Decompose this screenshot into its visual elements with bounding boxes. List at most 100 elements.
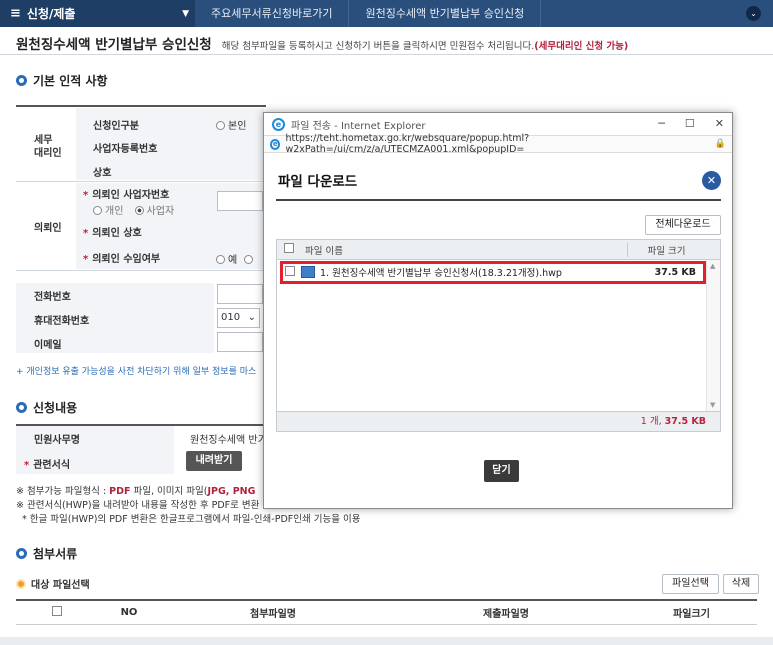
breadcrumb-current[interactable]: 원천징수세액 반기별납부 승인신청: [349, 0, 542, 27]
label-client-biz-no-text: 의뢰인 사업자번호: [92, 190, 170, 201]
mobile-prefix-select[interactable]: 010 ⌄: [217, 308, 260, 328]
col-submit-name: 제출파일명: [483, 609, 529, 620]
page-description-note: (세무대리인 신청 가능): [534, 41, 629, 52]
label-mobile: 휴대전화번호: [34, 316, 90, 327]
scroll-down-icon[interactable]: ▼: [710, 401, 715, 409]
required-mark: *: [83, 190, 89, 201]
label-client-trade: * 의뢰인 상호: [83, 224, 142, 239]
file-col-size: 파일 크기: [627, 242, 705, 257]
section-attach: 첨부서류: [16, 545, 77, 562]
select-all-checkbox[interactable]: [52, 606, 62, 616]
note-file-types-a: ※ 첨부가능 파일형식 :: [16, 486, 110, 497]
label-client-trade-text: 의뢰인 상호: [92, 228, 142, 239]
label-form-text: 관련서식: [33, 460, 71, 471]
radio-business-icon[interactable]: [134, 206, 144, 215]
col-file-size: 파일크기: [673, 609, 710, 620]
note-hwp: ※ 관련서식(HWP)을 내려받아 내용을 작성한 후 PDF로 변환: [16, 500, 260, 511]
file-list-header-checkbox-cell: [277, 243, 301, 256]
note-file-types: ※ 첨부가능 파일형식 : PDF 파일, 이미지 파일(JPG, PNG: [16, 483, 255, 497]
table-top-border: [16, 105, 266, 107]
caret-down-icon: ▼: [182, 8, 189, 19]
delete-file-button[interactable]: 삭제: [723, 574, 759, 594]
col-attach-name: 첨부파일명: [250, 609, 296, 620]
client-type-radios: 개인 사업자: [93, 202, 174, 217]
file-list-footer: 1 개, 37.5 KB: [277, 411, 720, 431]
radio-accept-yes[interactable]: 예: [216, 251, 256, 266]
radio-no-icon[interactable]: [244, 255, 254, 264]
select-file-button[interactable]: 파일선택: [662, 574, 719, 594]
chevron-down-icon[interactable]: ⌄: [746, 6, 761, 21]
mobile-prefix-value: 010: [221, 312, 241, 323]
file-select-all-checkbox[interactable]: [284, 243, 294, 253]
address-bar[interactable]: e https://teht.hometax.go.kr/websquare/p…: [264, 133, 732, 155]
page-title: 원천징수세액 반기별납부 승인신청: [16, 37, 212, 53]
close-window-icon[interactable]: ✕: [715, 117, 724, 130]
orange-bullet-icon: [16, 578, 26, 589]
popup-window-title: 파일 전송 - Internet Explorer: [291, 120, 426, 132]
popup-close-icon[interactable]: ✕: [702, 171, 721, 190]
target-file-select-text: 대상 파일선택: [31, 580, 90, 591]
required-mark: *: [24, 460, 30, 471]
note-pdf-convert: * 한글 파일(HWP)의 PDF 변환은 한글프로그램에서 파일-인쇄-PDF…: [22, 514, 361, 525]
address-url: https://teht.hometax.go.kr/websquare/pop…: [285, 133, 530, 155]
popup-heading-line: [276, 199, 721, 201]
note-file-types-img: JPG, PNG: [207, 486, 256, 497]
file-col-name: 파일 이름: [305, 245, 343, 257]
popup-close-button[interactable]: 닫기: [484, 460, 519, 482]
phone-input[interactable]: [217, 284, 263, 304]
label-phone: 전화번호: [34, 292, 71, 303]
breadcrumb-shortcuts[interactable]: 주요세무서류신청바로가기: [195, 0, 350, 27]
label-email: 이메일: [34, 340, 62, 351]
window-controls: ─ ☐ ✕: [658, 117, 724, 130]
client-biz-no-input[interactable]: [217, 191, 263, 211]
popup-content: 파일 다운로드 ✕: [276, 165, 721, 201]
page-description-text: 해당 첨부파일을 등록하시고 신청하기 버튼을 클릭하시면 민원접수 처리됩니다…: [221, 41, 535, 52]
popup-titlebar[interactable]: e 파일 전송 - Internet Explorer ─ ☐ ✕: [264, 113, 732, 135]
file-download-popup[interactable]: e 파일 전송 - Internet Explorer ─ ☐ ✕ e http…: [263, 112, 733, 509]
minimize-icon[interactable]: ─: [658, 117, 665, 130]
section-bullet-icon: [16, 75, 27, 86]
label-applicant-type: 신청인구분: [93, 121, 139, 132]
note-file-types-pdf: PDF: [109, 486, 131, 497]
radio-yes-icon: [216, 255, 225, 264]
lock-icon: 🔒: [714, 139, 726, 149]
service-value: 원천징수세액 반기: [190, 435, 267, 446]
group-label-agent: 세무 대리인: [34, 135, 62, 159]
download-all-button[interactable]: 전체다운로드: [645, 215, 721, 235]
label-client-biz-no: * 의뢰인 사업자번호: [83, 186, 169, 201]
label-client-accept-text: 의뢰인 수임여부: [92, 254, 161, 265]
scroll-up-icon[interactable]: ▲: [710, 262, 715, 270]
footer-size: 37.5 KB: [664, 416, 706, 427]
col-no: NO: [120, 607, 138, 618]
internet-explorer-icon: e: [270, 138, 281, 150]
section-apply-title: 신청내용: [33, 401, 78, 415]
section-bullet-icon: [16, 402, 27, 413]
divider: [16, 181, 266, 182]
label-service: 민원사무명: [34, 435, 80, 446]
maximize-icon[interactable]: ☐: [685, 117, 695, 130]
main-menu-button[interactable]: ≡ 신청/제출 ▼: [0, 0, 195, 27]
divider: [0, 54, 773, 55]
file-list-scrollbar[interactable]: ▲ ▼: [706, 260, 720, 411]
required-mark: *: [83, 228, 89, 239]
section-basic-info-title: 기본 인적 사항: [33, 74, 108, 88]
label-trade-name: 상호: [93, 168, 112, 179]
divider: [16, 270, 266, 271]
required-mark: *: [83, 254, 89, 265]
radio-individual-icon[interactable]: [93, 206, 102, 215]
radio-self-icon: [216, 121, 225, 130]
section-attach-title: 첨부서류: [33, 547, 78, 561]
target-file-select-label: 대상 파일선택: [16, 576, 90, 591]
radio-individual-label: 개인: [105, 206, 124, 217]
label-form: * 관련서식: [24, 456, 70, 471]
email-input[interactable]: [217, 332, 263, 352]
top-nav-bar: ≡ 신청/제출 ▼ 주요세무서류신청바로가기 원천징수세액 반기별납부 승인신청…: [0, 0, 773, 27]
page-header: 원천징수세액 반기별납부 승인신청 해당 첨부파일을 등록하시고 신청하기 버튼…: [16, 33, 628, 53]
download-form-button[interactable]: 내려받기: [186, 451, 242, 471]
radio-self[interactable]: 본인: [216, 117, 246, 132]
popup-heading: 파일 다운로드: [278, 174, 358, 190]
privacy-note: + 개인정보 유출 가능성을 사전 차단하기 위해 일부 정보를 마스: [16, 367, 257, 377]
bottom-strip: [0, 637, 773, 645]
section-bullet-icon: [16, 548, 27, 559]
radio-yes-label: 예: [228, 255, 238, 266]
